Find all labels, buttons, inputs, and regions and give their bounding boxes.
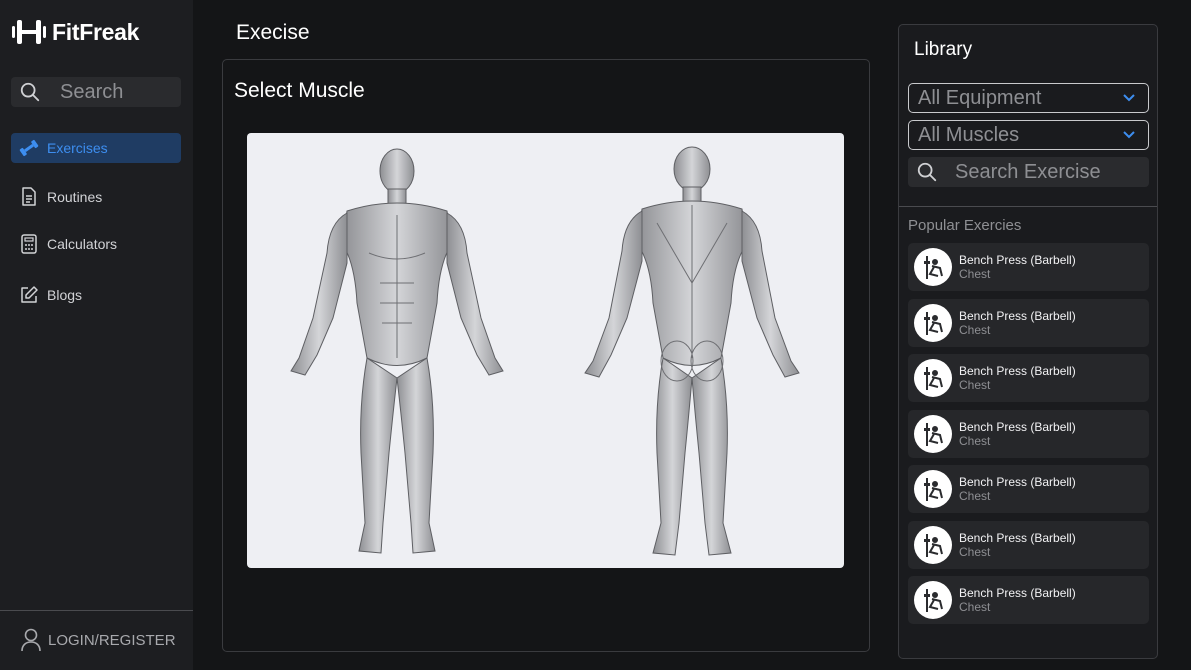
exercise-name: Bench Press (Barbell)	[959, 586, 1076, 600]
exercise-category: Chest	[959, 600, 991, 614]
muscles-select[interactable]: All Muscles	[908, 120, 1149, 150]
exercise-name: Bench Press (Barbell)	[959, 308, 1076, 323]
library-title: Library	[914, 39, 973, 60]
bench-press-icon	[914, 248, 952, 286]
sidebar-item-label: Exercises	[47, 140, 108, 156]
front-body-figure[interactable]	[290, 148, 504, 554]
list-item[interactable]: Bench Press (Barbell) Chest	[908, 243, 1149, 291]
equipment-select-value: All Equipment	[918, 86, 1042, 109]
sidebar-search-input[interactable]: Search	[11, 77, 181, 107]
popular-exercises-title: Popular Exercies	[908, 217, 1022, 234]
exercise-name: Bench Press (Barbell)	[959, 419, 1076, 434]
bench-press-icon	[914, 303, 952, 342]
document-icon	[19, 187, 39, 207]
bench-press-icon	[914, 414, 952, 453]
app-logo[interactable]: FitFreak	[11, 17, 139, 47]
login-register-button[interactable]: LOGIN/REGISTER	[20, 627, 176, 653]
sidebar-divider	[0, 610, 193, 611]
exercise-name: Bench Press (Barbell)	[959, 475, 1076, 489]
dumbbell-icon	[19, 138, 39, 158]
app-name: FitFreak	[52, 18, 140, 45]
sidebar-search-placeholder: Search	[60, 80, 124, 103]
calculator-icon	[19, 234, 39, 254]
edit-icon	[19, 285, 39, 305]
library-panel: Library All Equipment All Muscles Search…	[898, 24, 1158, 659]
exercise-category: Chest	[959, 489, 991, 503]
equipment-select[interactable]: All Equipment	[908, 83, 1149, 113]
sidebar-item-label: Routines	[47, 189, 103, 205]
list-item[interactable]: Bench Press (Barbell) Chest	[908, 409, 1149, 458]
exercise-category: Chest	[959, 267, 991, 281]
muscle-body-map[interactable]	[247, 133, 844, 568]
exercise-search-input[interactable]: Search Exercise	[908, 157, 1149, 187]
sidebar-item-routines[interactable]: Routines	[11, 182, 181, 212]
panel-title: Select Muscle	[234, 79, 365, 102]
exercise-category: Chest	[959, 433, 991, 448]
back-body-figure[interactable]	[584, 146, 800, 556]
list-item[interactable]: Bench Press (Barbell) Chest	[908, 576, 1149, 624]
bench-press-icon	[914, 581, 952, 619]
sidebar: FitFreak Search Exercises Routines Calcu…	[0, 0, 193, 670]
muscles-select-value: All Muscles	[918, 123, 1020, 146]
bench-press-icon	[914, 359, 952, 397]
chevron-down-icon	[1123, 131, 1135, 139]
login-register-label: LOGIN/REGISTER	[48, 631, 176, 649]
library-divider	[899, 206, 1157, 207]
exercise-category: Chest	[959, 322, 991, 337]
page-title: Execise	[236, 21, 310, 44]
exercise-name: Bench Press (Barbell)	[959, 364, 1076, 378]
sidebar-item-label: Blogs	[47, 287, 83, 303]
search-icon	[20, 82, 40, 102]
dumbbell-logo-icon	[12, 20, 46, 44]
exercise-search-placeholder: Search Exercise	[955, 160, 1101, 183]
chevron-down-icon	[1123, 94, 1135, 102]
muscle-select-panel: Select Muscle	[222, 59, 870, 652]
sidebar-item-label: Calculators	[47, 236, 118, 252]
user-icon	[21, 628, 41, 652]
exercise-list: Bench Press (Barbell) Chest Bench Press …	[908, 243, 1149, 632]
exercise-name: Bench Press (Barbell)	[959, 253, 1076, 267]
exercise-name: Bench Press (Barbell)	[959, 530, 1076, 545]
list-item[interactable]: Bench Press (Barbell) Chest	[908, 465, 1149, 513]
bench-press-icon	[914, 470, 952, 508]
sidebar-item-calculators[interactable]: Calculators	[11, 229, 181, 259]
sidebar-item-exercises[interactable]: Exercises	[11, 133, 181, 163]
bench-press-icon	[914, 525, 952, 564]
exercise-category: Chest	[959, 378, 991, 392]
list-item[interactable]: Bench Press (Barbell) Chest	[908, 298, 1149, 347]
exercise-category: Chest	[959, 544, 991, 559]
list-item[interactable]: Bench Press (Barbell) Chest	[908, 520, 1149, 569]
list-item[interactable]: Bench Press (Barbell) Chest	[908, 354, 1149, 402]
sidebar-item-blogs[interactable]: Blogs	[11, 280, 181, 310]
search-icon	[917, 162, 937, 182]
